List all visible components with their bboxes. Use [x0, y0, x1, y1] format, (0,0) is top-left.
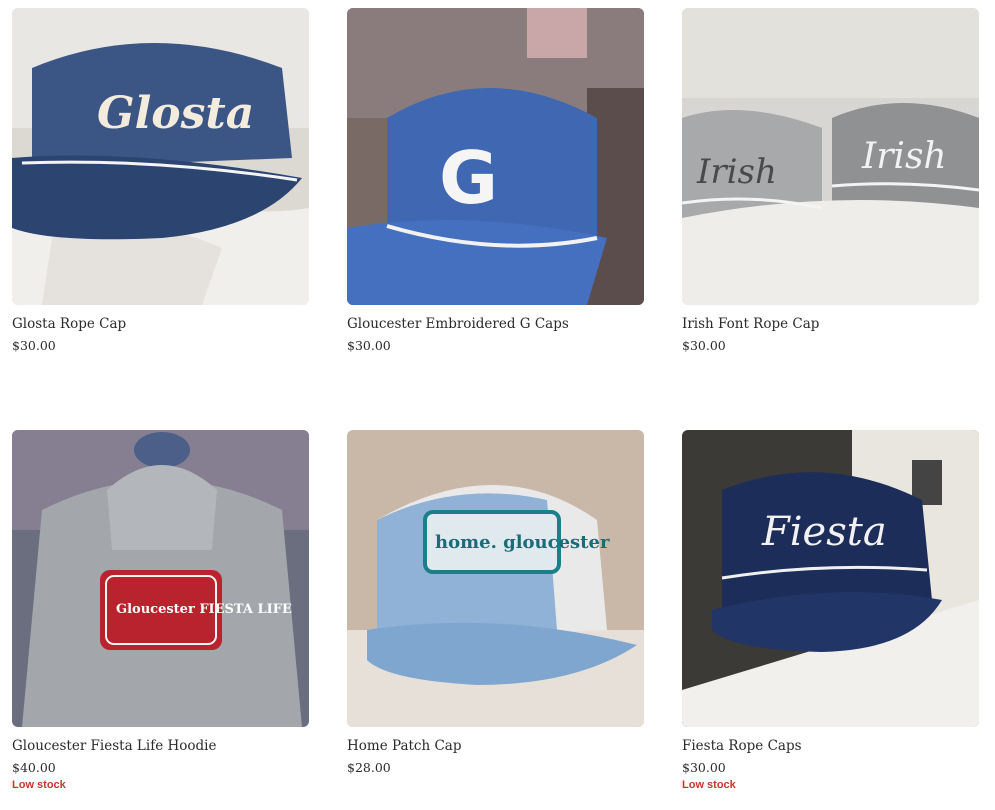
stock-badge: Low stock: [682, 779, 736, 791]
navy-rope-cap-image: Glosta: [12, 8, 309, 305]
product-title[interactable]: Home Patch Cap: [347, 737, 644, 755]
cap-letter-text: G: [439, 136, 498, 220]
product-title[interactable]: Irish Font Rope Cap: [682, 315, 979, 333]
product-card[interactable]: Fiesta Fiesta Rope Caps $30.00 Low stock: [682, 430, 979, 792]
product-card[interactable]: Gloucester FIESTA LIFE Gloucester Fiesta…: [12, 430, 309, 792]
product-price: $30.00: [12, 338, 56, 353]
product-title[interactable]: Fiesta Rope Caps: [682, 737, 979, 755]
product-price: $28.00: [347, 760, 391, 775]
product-image[interactable]: Irish Irish: [682, 8, 979, 305]
patch-text: home. gloucester: [435, 532, 610, 553]
product-card[interactable]: G Gloucester Embroidered G Caps $30.00: [347, 8, 644, 356]
cap-script-text: Fiesta: [761, 509, 887, 555]
product-image[interactable]: Fiesta: [682, 430, 979, 727]
product-price: $30.00: [682, 760, 726, 775]
product-image[interactable]: Glosta: [12, 8, 309, 305]
product-price: $40.00: [12, 760, 56, 775]
product-title[interactable]: Gloucester Embroidered G Caps: [347, 315, 644, 333]
grey-irish-caps-image: Irish Irish: [682, 8, 979, 305]
cap-script-text-left: Irish: [696, 152, 777, 192]
product-price: $30.00: [347, 338, 391, 353]
product-card[interactable]: Irish Irish Irish Font Rope Cap $30.00: [682, 8, 979, 356]
product-title[interactable]: Gloucester Fiesta Life Hoodie: [12, 737, 309, 755]
navy-fiesta-cap-image: Fiesta: [682, 430, 979, 727]
product-title[interactable]: Glosta Rope Cap: [12, 315, 309, 333]
product-price: $30.00: [682, 338, 726, 353]
product-image[interactable]: G: [347, 8, 644, 305]
product-image[interactable]: Gloucester FIESTA LIFE: [12, 430, 309, 727]
cap-script-text-right: Irish: [861, 136, 947, 177]
blue-trucker-cap-image: home. gloucester: [347, 430, 644, 727]
grey-hoodie-image: Gloucester FIESTA LIFE: [12, 430, 309, 727]
blue-g-cap-image: G: [347, 8, 644, 305]
product-grid: Glosta Glosta Rope Cap $30.00 G Gloucest…: [0, 0, 995, 810]
product-card[interactable]: home. gloucester Home Patch Cap $28.00: [347, 430, 644, 778]
hoodie-graphic-text: Gloucester FIESTA LIFE: [116, 602, 292, 617]
product-image[interactable]: home. gloucester: [347, 430, 644, 727]
stock-badge: Low stock: [12, 779, 66, 791]
cap-script-text: Glosta: [97, 88, 254, 139]
product-card[interactable]: Glosta Glosta Rope Cap $30.00: [12, 8, 309, 356]
